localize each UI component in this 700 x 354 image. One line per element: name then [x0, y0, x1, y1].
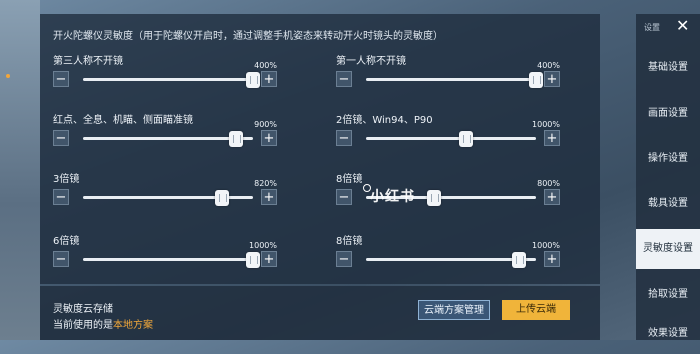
increase-button[interactable]: +: [544, 251, 560, 267]
increase-button[interactable]: +: [261, 71, 277, 87]
settings-sidebar: 设置 ✕ 基础设置 画面设置 操作设置 载具设置 灵敏度设置 拾取设置 效果设置: [636, 14, 700, 340]
slider-6x-scope: 6倍镜 1000% − +: [53, 232, 283, 272]
slider-label: 2倍镜、Win94、P90: [336, 115, 433, 126]
watermark: 小红书: [370, 189, 415, 205]
decrease-button[interactable]: −: [53, 71, 69, 87]
slider-value: 400%: [537, 61, 560, 70]
slider-3x-scope: 3倍镜 820% − +: [53, 170, 283, 210]
decrease-button[interactable]: −: [336, 251, 352, 267]
slider-track[interactable]: [366, 78, 536, 81]
slider-thumb[interactable]: [459, 131, 474, 147]
decrease-button[interactable]: −: [336, 189, 352, 205]
slider-track[interactable]: [366, 258, 536, 261]
increase-button[interactable]: +: [261, 130, 277, 146]
slider-thumb[interactable]: [215, 190, 230, 206]
increase-button[interactable]: +: [544, 189, 560, 205]
slider-value: 800%: [537, 179, 560, 188]
increase-button[interactable]: +: [261, 189, 277, 205]
current-prefix: 当前使用的是: [53, 320, 113, 331]
increase-button[interactable]: +: [544, 71, 560, 87]
slider-label: 第三人称不开镜: [53, 56, 123, 67]
sidebar-item-effects[interactable]: 效果设置: [636, 314, 700, 354]
cloud-title: 灵敏度云存储: [53, 304, 113, 315]
decrease-button[interactable]: −: [53, 130, 69, 146]
slider-third-person: 第三人称不开镜 400% − +: [53, 52, 283, 92]
slider-track[interactable]: [83, 137, 253, 140]
slider-label: 3倍镜: [53, 174, 80, 185]
slider-first-person: 第一人称不开镜 400% − +: [336, 52, 566, 92]
current-scheme: 本地方案: [113, 320, 153, 331]
sidebar-header: 设置 ✕: [636, 14, 700, 40]
decrease-button[interactable]: −: [53, 189, 69, 205]
sidebar-item-basic[interactable]: 基础设置: [636, 48, 700, 88]
sidebar-item-vehicle[interactable]: 载具设置: [636, 184, 700, 224]
increase-button[interactable]: +: [544, 130, 560, 146]
sidebar-header-label: 设置: [644, 23, 660, 32]
slider-2x-scope: 2倍镜、Win94、P90 1000% − +: [336, 111, 566, 151]
decrease-button[interactable]: −: [336, 130, 352, 146]
slider-red-dot: 红点、全息、机瞄、侧面瞄准镜 900% − +: [53, 111, 283, 151]
slider-thumb[interactable]: [229, 131, 243, 147]
sidebar-item-graphics[interactable]: 画面设置: [636, 94, 700, 134]
slider-label: 8倍镜: [336, 174, 363, 185]
slider-value: 900%: [254, 120, 277, 129]
slider-track[interactable]: [83, 78, 253, 81]
gyro-settings-panel: 开火陀螺仪灵敏度（用于陀螺仪开启时，通过调整手机姿态来转动开火时镜头的灵敏度） …: [40, 14, 600, 284]
slider-track[interactable]: [83, 258, 253, 261]
slider-thumb[interactable]: [246, 252, 260, 268]
cloud-manage-button[interactable]: 云端方案管理: [418, 300, 490, 320]
decrease-button[interactable]: −: [336, 71, 352, 87]
slider-value: 400%: [254, 61, 277, 70]
slider-label: 6倍镜: [53, 236, 80, 247]
slider-track[interactable]: [366, 137, 536, 140]
game-scene-left: [0, 0, 40, 340]
scene-marker: [6, 74, 10, 78]
slider-thumb[interactable]: [529, 72, 543, 88]
sidebar-item-pickup[interactable]: 拾取设置: [636, 275, 700, 315]
section-title: 开火陀螺仪灵敏度（用于陀螺仪开启时，通过调整手机姿态来转动开火时镜头的灵敏度）: [53, 31, 443, 42]
close-icon[interactable]: ✕: [676, 16, 689, 35]
upload-cloud-button[interactable]: 上传云端: [502, 300, 570, 320]
slider-value: 1000%: [532, 120, 560, 129]
slider-value: 820%: [254, 179, 277, 188]
slider-thumb[interactable]: [512, 252, 526, 268]
slider-thumb[interactable]: [246, 72, 260, 88]
slider-value: 1000%: [249, 241, 277, 250]
slider-thumb[interactable]: [427, 190, 441, 206]
slider-value: 1000%: [532, 241, 560, 250]
slider-8x-scope-b: 8倍镜 1000% − +: [336, 232, 566, 272]
decrease-button[interactable]: −: [53, 251, 69, 267]
increase-button[interactable]: +: [261, 251, 277, 267]
slider-label: 8倍镜: [336, 236, 363, 247]
sidebar-item-sensitivity[interactable]: 灵敏度设置: [636, 229, 700, 269]
slider-label: 红点、全息、机瞄、侧面瞄准镜: [53, 115, 193, 126]
current-scheme-line: 当前使用的是本地方案: [53, 316, 153, 331]
sidebar-item-controls[interactable]: 操作设置: [636, 139, 700, 179]
slider-label: 第一人称不开镜: [336, 56, 406, 67]
cloud-storage-panel: 灵敏度云存储 当前使用的是本地方案 云端方案管理 上传云端: [40, 286, 600, 340]
